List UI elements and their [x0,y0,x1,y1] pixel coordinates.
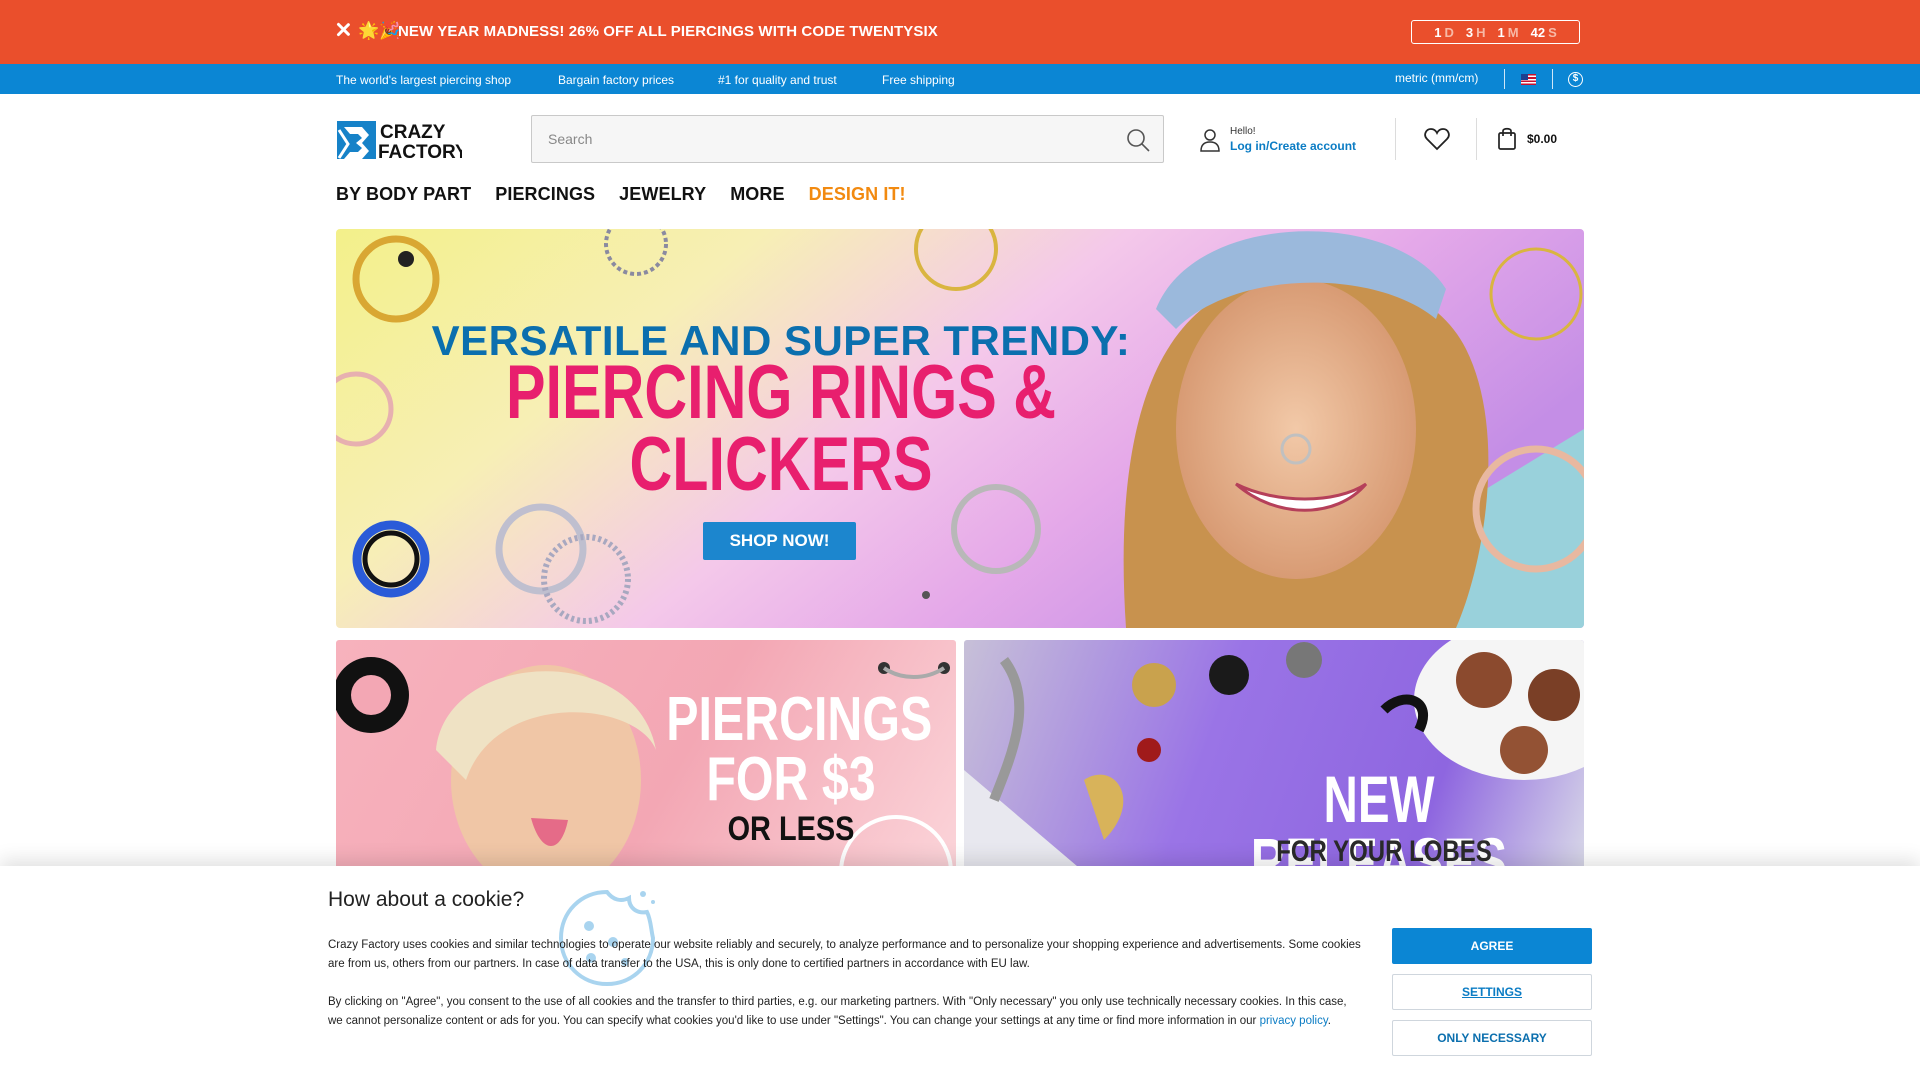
tile-left-line-1: PIERCINGS [666,685,933,754]
usp-free-shipping: Free shipping [882,73,955,87]
hero-banner[interactable]: VERSATILE AND SUPER TRENDY: PIERCING RIN… [336,229,1584,628]
cart-total[interactable]: $0.00 [1527,132,1557,146]
usp-largest-shop: The world's largest piercing shop [336,73,512,87]
cookie-title: How about a cookie? [328,888,525,911]
usp-factory-prices: Bargain factory prices [558,73,675,87]
countdown-days: 1D [1434,24,1454,40]
usp-quality-trust: #1 for quality and trust [718,73,837,87]
promo-tile-piercings-3-dollars[interactable]: PIERCINGS FOR $3 OR LESS [336,640,956,872]
cookie-description: Crazy Factory uses cookies and similar t… [328,939,1361,970]
divider [1476,118,1477,160]
cookie-consent-text: By clicking on "Agree", you consent to t… [328,996,1347,1027]
divider [1504,69,1505,89]
close-icon[interactable] [333,20,353,40]
nav-piercings[interactable]: PIERCINGS [495,184,595,205]
main-navigation: BY BODY PART PIERCINGS JEWELRY MORE DESI… [336,184,906,205]
hero-title-line-2: CLICKERS [629,422,933,507]
promo-emoji: 🌟🎉 [358,21,401,40]
settings-button[interactable]: SETTINGS [1392,974,1592,1010]
nav-jewelry[interactable]: JEWELRY [619,184,706,205]
countdown-hours: 3H [1465,24,1486,40]
cookie-consent-banner: How about a cookie? Crazy Factory uses c… [0,866,1920,1080]
account-greeting: Hello! [1230,126,1256,137]
search-input[interactable] [548,116,1108,162]
logo-text-factory: FACTORY [378,142,462,160]
cookie-consent-details: By clicking on "Agree", you consent to t… [328,996,1347,1027]
info-bar: The world's largest piercing shop Bargai… [0,64,1920,94]
divider [1552,69,1553,89]
tile-left-headline: PIERCINGS FOR $3 [666,685,933,814]
crazy-factory-logo[interactable]: CRAZY FACTORY [336,118,462,160]
shop-now-button[interactable]: SHOP NOW! [703,522,856,560]
promo-bar: 🌟🎉 NEW YEAR MADNESS! 26% OFF ALL PIERCIN… [0,0,1920,64]
divider [1395,118,1396,160]
tile-right-subline: FOR YOUR LOBES [1276,835,1492,868]
promo-text[interactable]: NEW YEAR MADNESS! 26% OFF ALL PIERCINGS … [398,21,938,43]
logo-text-crazy: CRAZY [380,122,446,143]
us-flag-icon[interactable] [1521,74,1536,85]
login-create-account-link[interactable]: Log in/Create account [1230,139,1356,153]
tile-left-subline: OR LESS [727,810,855,848]
wishlist-heart-icon[interactable] [1424,127,1450,151]
countdown-timer: 1D 3H 1M 42 S [1411,20,1580,44]
search-icon[interactable] [1126,128,1150,152]
search-box [531,115,1164,163]
shopping-bag-icon[interactable] [1497,126,1517,150]
hero-title: PIERCING RINGS & CLICKERS [434,350,1128,507]
agree-button[interactable]: AGREE [1392,928,1592,964]
promo-tile-new-releases-lobes[interactable]: NEW RELEASES FOR YOUR LOBES [964,640,1584,872]
countdown-minutes: 1M [1497,24,1519,40]
nav-by-body-part[interactable]: BY BODY PART [336,184,471,205]
unit-selector[interactable]: metric (mm/cm) [1395,72,1478,85]
privacy-policy-link[interactable]: privacy policy [1260,1015,1328,1027]
nav-more[interactable]: MORE [730,184,784,205]
only-necessary-button[interactable]: ONLY NECESSARY [1392,1020,1592,1056]
nav-design-it[interactable]: DESIGN IT! [809,184,906,205]
countdown-seconds: 42 S [1530,24,1557,40]
hero-title-line-1: PIERCING RINGS & [505,350,1057,435]
carousel-dot[interactable] [922,591,930,599]
currency-icon[interactable]: $ [1568,72,1583,87]
tile-left-line-2: FOR $3 [706,745,876,814]
user-icon [1200,129,1220,152]
